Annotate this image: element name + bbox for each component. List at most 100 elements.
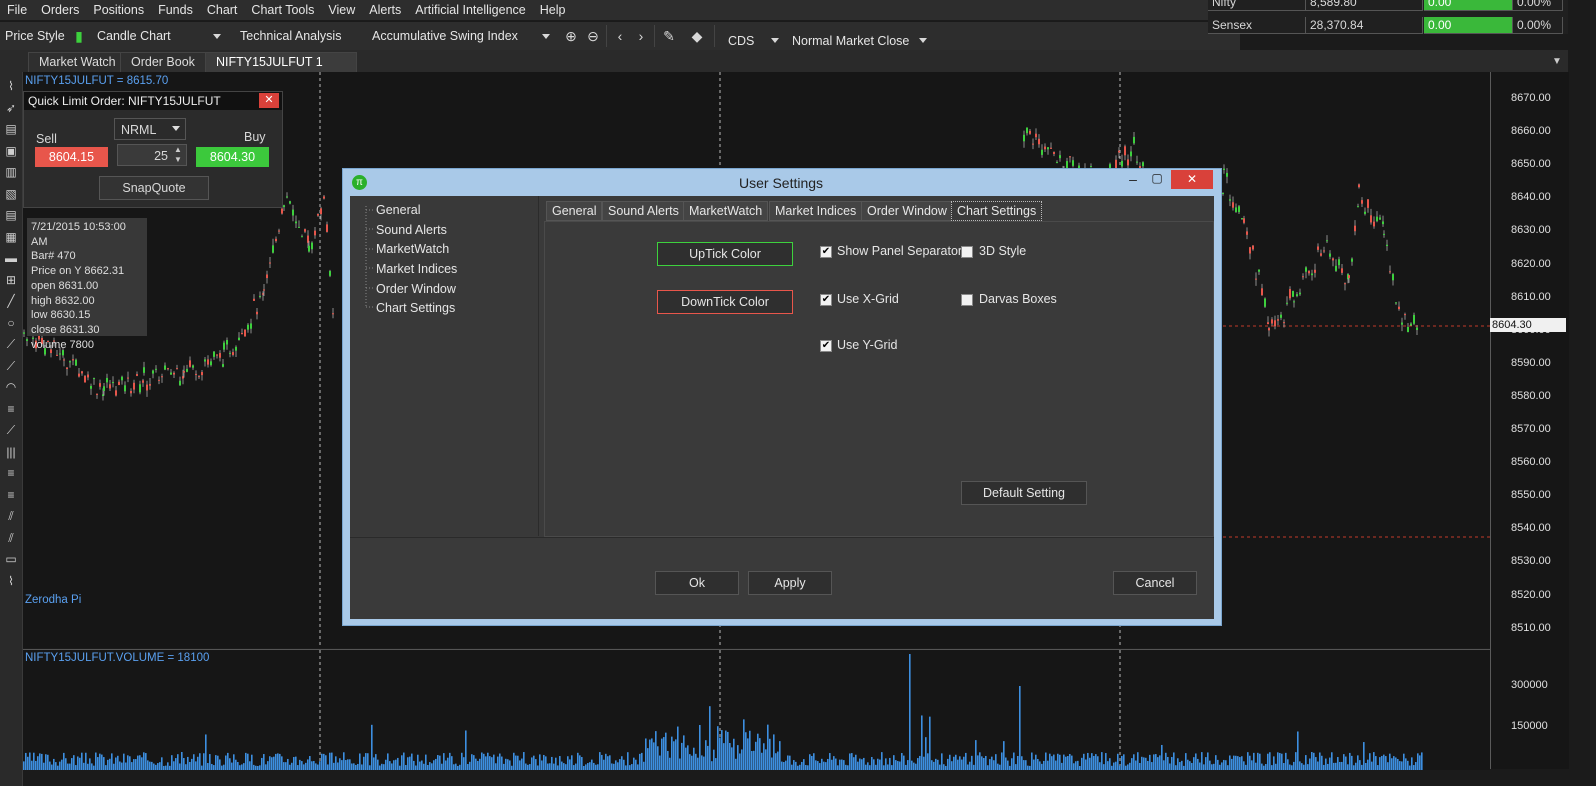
drawing-tool-icon[interactable]: ⟋ — [3, 422, 19, 438]
menu-item-help[interactable]: Help — [533, 3, 573, 17]
volume-bar — [1399, 761, 1401, 770]
menu-item-positions[interactable]: Positions — [86, 3, 151, 17]
chevron-down-icon[interactable] — [172, 126, 180, 131]
drawing-tool-icon[interactable]: ◠ — [3, 379, 19, 395]
exchange-dropdown[interactable]: CDS — [728, 34, 754, 48]
drawing-tool-icon[interactable]: ▣ — [3, 143, 19, 159]
nav-market-indices[interactable]: Market Indices — [376, 262, 457, 276]
drawing-tool-icon[interactable]: ▬ — [3, 250, 19, 266]
volume-bar — [1241, 756, 1243, 770]
drawing-tool-icon[interactable]: ▤ — [3, 121, 19, 137]
nav-order-window[interactable]: Order Window — [376, 282, 456, 296]
uptick-color-button[interactable]: UpTick Color — [657, 242, 793, 266]
chevron-down-icon[interactable] — [213, 34, 221, 39]
market-type-dropdown[interactable]: Normal Market Close — [792, 34, 909, 48]
volume-bar — [691, 755, 693, 770]
volume-chart[interactable]: NIFTY15JULFUT.VOLUME = 18100 — [23, 649, 1490, 770]
volume-bar — [1119, 765, 1121, 770]
candle-body — [96, 393, 98, 395]
zoom-in-icon[interactable]: ⊕ — [562, 27, 580, 45]
drawing-tool-icon[interactable]: ≡ — [3, 401, 19, 417]
menu-item-artificial-intelligence[interactable]: Artificial Intelligence — [408, 3, 532, 17]
downtick-color-button[interactable]: DownTick Color — [657, 290, 793, 314]
drawing-tool-icon[interactable]: ▦ — [3, 229, 19, 245]
tab-chart[interactable]: NIFTY15JULFUT 1 Min ✕ — [205, 52, 357, 88]
menu-item-chart-tools[interactable]: Chart Tools — [244, 3, 321, 17]
drawing-tool-icon[interactable]: ⌇ — [3, 78, 19, 94]
drawing-tool-icon[interactable]: ▤ — [3, 207, 19, 223]
tab-marketwatch[interactable]: MarketWatch — [683, 201, 769, 221]
drawing-tool-icon[interactable]: ▥ — [3, 164, 19, 180]
nav-marketwatch[interactable]: MarketWatch — [376, 242, 449, 256]
darvas-boxes-checkbox[interactable] — [961, 294, 973, 306]
default-setting-button[interactable]: Default Setting — [961, 481, 1087, 505]
menu-item-view[interactable]: View — [321, 3, 362, 17]
nav-chart-settings[interactable]: Chart Settings — [376, 301, 455, 315]
menu-item-funds[interactable]: Funds — [151, 3, 200, 17]
drawing-tool-icon[interactable]: ▧ — [3, 186, 19, 202]
3d-style-checkbox[interactable] — [961, 246, 973, 258]
scroll-left-icon[interactable]: ‹ — [611, 27, 629, 45]
tab-bar: Market Watch Order Book NIFTY15JULFUT 1 … — [0, 50, 1568, 88]
maximize-icon[interactable]: ▢ — [1149, 171, 1165, 185]
menu-item-file[interactable]: File — [0, 3, 34, 17]
volume-bar — [623, 759, 625, 770]
tab-order-book[interactable]: Order Book — [120, 52, 216, 72]
toolbar: Price Style ▮ Candle Chart Technical Ana… — [0, 21, 1240, 50]
volume-bar — [469, 761, 471, 770]
chart-type-dropdown[interactable]: Candle Chart — [97, 29, 171, 43]
drawing-tool-icon[interactable]: ≡ — [3, 465, 19, 481]
tab-list-icon[interactable]: ▼ — [1552, 56, 1562, 67]
chevron-down-icon[interactable] — [771, 38, 779, 43]
drawing-tool-icon[interactable]: ⊞ — [3, 272, 19, 288]
tab-general[interactable]: General — [546, 201, 603, 221]
use-y-grid-checkbox[interactable]: ✔ — [820, 340, 832, 352]
zoom-out-icon[interactable]: ⊖ — [584, 27, 602, 45]
drawing-tool-icon[interactable]: ||| — [3, 444, 19, 460]
chevron-down-icon[interactable] — [542, 34, 550, 39]
chevron-down-icon[interactable] — [919, 38, 927, 43]
use-x-grid-checkbox[interactable]: ✔ — [820, 294, 832, 306]
snapquote-button[interactable]: SnapQuote — [99, 176, 209, 200]
candle-body — [69, 361, 71, 363]
tab-sound-alerts[interactable]: Sound Alerts — [602, 201, 685, 221]
drawing-tool-icon[interactable]: ⟋ — [3, 336, 19, 352]
volume-bar — [955, 754, 957, 770]
scroll-right-icon[interactable]: › — [632, 27, 650, 45]
candle-body — [1404, 314, 1406, 316]
apply-button[interactable]: Apply — [748, 571, 832, 595]
drawing-tool-icon[interactable]: ⟋ — [3, 358, 19, 374]
drawing-tool-icon[interactable]: ➶ — [3, 100, 19, 116]
drawing-tool-icon[interactable]: ⌇ — [3, 573, 19, 589]
close-icon[interactable]: ✕ — [1171, 170, 1213, 189]
close-icon[interactable]: ✕ — [259, 93, 279, 108]
tab-market-indices[interactable]: Market Indices — [769, 201, 863, 221]
tab-chart-settings[interactable]: Chart Settings — [951, 201, 1043, 221]
eraser-icon[interactable]: ◆ — [688, 27, 706, 45]
drawing-tool-icon[interactable]: ▭ — [3, 551, 19, 567]
minimize-icon[interactable]: – — [1125, 171, 1141, 187]
nav-general[interactable]: General — [376, 203, 420, 217]
sell-price-button[interactable]: 8604.15 — [35, 147, 108, 167]
menu-item-alerts[interactable]: Alerts — [362, 3, 408, 17]
drawing-tool-icon[interactable]: ╱ — [3, 293, 19, 309]
show-panel-separator-checkbox[interactable]: ✔ — [820, 246, 832, 258]
drawing-tool-icon[interactable]: ≡ — [3, 487, 19, 503]
draw-line-icon[interactable]: ✎ — [660, 27, 678, 45]
cancel-button[interactable]: Cancel — [1113, 571, 1197, 595]
menu-item-chart[interactable]: Chart — [200, 3, 245, 17]
tab-order-window[interactable]: Order Window — [861, 201, 953, 221]
tab-market-watch[interactable]: Market Watch — [28, 52, 132, 72]
quantity-stepper[interactable]: ▲ ▼ — [174, 145, 182, 165]
volume-bar — [1117, 753, 1119, 770]
menu-item-orders[interactable]: Orders — [34, 3, 86, 17]
drawing-tool-icon[interactable]: ⫽ — [3, 530, 19, 546]
volume-bar — [53, 758, 55, 770]
buy-price-button[interactable]: 8604.30 — [196, 147, 269, 167]
drawing-tool-icon[interactable]: ○ — [3, 315, 19, 331]
drawing-tool-icon[interactable]: ⫽ — [3, 508, 19, 524]
ok-button[interactable]: Ok — [655, 571, 739, 595]
indicator-dropdown[interactable]: Accumulative Swing Index — [372, 29, 518, 43]
volume-bar — [121, 762, 123, 770]
nav-sound-alerts[interactable]: Sound Alerts — [376, 223, 447, 237]
